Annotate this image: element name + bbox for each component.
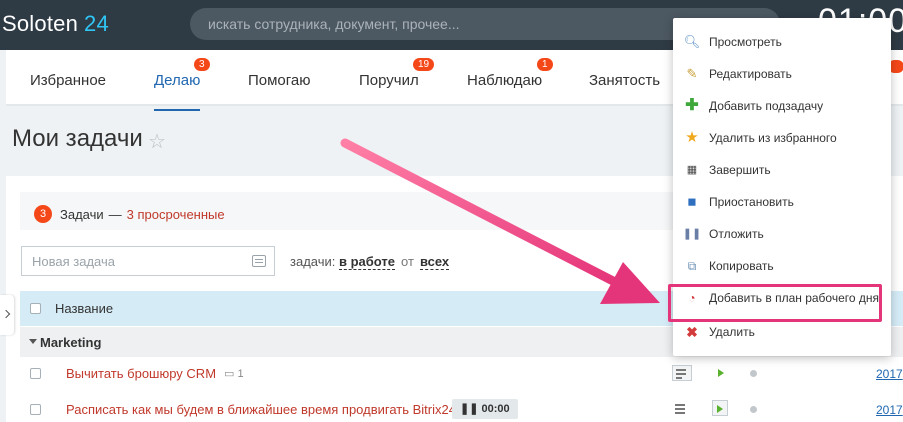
deadline-date[interactable]: 2017 (876, 367, 903, 381)
menu-item-defer[interactable]: ❚❚ Отложить (673, 218, 891, 250)
menu-item-suspend[interactable]: ◼ Приостановить (673, 186, 891, 218)
task-title-link[interactable]: Вычитать брошюру CRM (66, 366, 216, 381)
counter-separator: — (108, 206, 122, 222)
overdue-link[interactable]: 3 просроченные (127, 207, 225, 222)
pause-icon: ❚❚ (682, 228, 702, 240)
row-checkbox[interactable] (30, 404, 41, 415)
menu-item-copy[interactable]: ⧉ Копировать (673, 250, 891, 282)
tab-badge: 3 (194, 58, 210, 71)
delete-x-icon: ✖ (686, 324, 698, 340)
star-icon[interactable]: ☆ (148, 129, 166, 154)
menu-item-label: Удалить (709, 325, 755, 339)
page-title: Мои задачи (12, 125, 143, 152)
tab-label: Поручил (359, 72, 419, 89)
filter-status[interactable]: в работе (339, 254, 396, 270)
menu-item-label: Отложить (709, 227, 764, 241)
column-header-name[interactable]: Название (55, 301, 113, 316)
template-icon[interactable] (252, 255, 266, 267)
row-menu-button[interactable] (672, 365, 692, 381)
counter-label: Задачи (60, 206, 104, 222)
menu-item-view[interactable]: 🔍︎ Просмотреть (673, 26, 891, 58)
timer-badge[interactable]: ❚❚ 00:00 (452, 399, 518, 419)
menu-item-edit[interactable]: ✎ Редактировать (673, 58, 891, 90)
collapse-triangle-icon[interactable] (29, 339, 37, 344)
new-task-field[interactable] (21, 246, 275, 276)
play-icon[interactable] (718, 369, 724, 377)
menu-item-remove-favorite[interactable]: ★ Удалить из избранного (673, 122, 891, 154)
task-title-link[interactable]: Расписать как мы будем в ближайшее время… (66, 402, 456, 417)
plus-icon: ✚ (685, 97, 699, 114)
comments-number: 1 (237, 368, 244, 380)
tab-label: Занятость (589, 72, 661, 89)
tab-assigned[interactable]: Поручил 19 (359, 58, 435, 89)
logo[interactable]: Soloten 24 (2, 11, 109, 37)
tab-badge: 19 (413, 58, 435, 71)
tab-label: Делаю (154, 72, 201, 89)
tab-badge: 1 (537, 58, 553, 71)
deadline-date[interactable]: 2017 (876, 403, 903, 417)
new-task-input[interactable] (22, 247, 274, 275)
logo-number: 24 (84, 11, 109, 36)
row-menu-button[interactable] (672, 401, 692, 417)
filter-prefix: задачи: (290, 254, 336, 269)
menu-item-label: Просмотреть (709, 35, 782, 49)
task-filter: задачи: в работе от всех (290, 254, 450, 270)
menu-item-label: Завершить (709, 163, 771, 177)
counter-row: 3 Задачи — 3 просроченные (20, 200, 225, 228)
checkered-flag-icon: ▦ (686, 164, 698, 176)
pencil-icon: ✎ (686, 66, 698, 81)
tab-label: Наблюдаю (467, 72, 543, 89)
group-label: Marketing (40, 335, 102, 350)
menu-item-label: Копировать (709, 259, 774, 273)
tab-doing[interactable]: Делаю 3 (154, 58, 210, 111)
menu-item-add-subtask[interactable]: ✚ Добавить подзадачу (673, 90, 891, 122)
star-icon: ★ (685, 129, 699, 146)
row-checkbox[interactable] (30, 368, 41, 379)
comment-icon: ▭ (224, 368, 235, 380)
tab-watching[interactable]: Наблюдаю 1 (467, 58, 553, 89)
menu-item-complete[interactable]: ▦ Завершить (673, 154, 891, 186)
counter-badge: 3 (34, 205, 52, 223)
comments-count: ▭ 1 (224, 367, 244, 380)
table-row[interactable]: Вычитать брошюру CRM ▭ 1 2017 (20, 359, 903, 389)
status-dot-icon (750, 370, 757, 377)
pause-icon: ❚❚ (460, 403, 479, 415)
logo-text: Soloten (2, 11, 79, 36)
menu-item-label: Редактировать (709, 67, 792, 81)
tab-favorites[interactable]: Избранное (30, 72, 106, 89)
highlight-box (668, 284, 882, 322)
filter-owner[interactable]: всех (419, 254, 450, 270)
tab-label: Помогаю (248, 72, 311, 89)
play-icon (717, 405, 723, 413)
menu-item-label: Добавить подзадачу (709, 99, 824, 113)
select-all-checkbox[interactable] (30, 303, 41, 314)
tab-label: Избранное (30, 72, 107, 89)
menu-item-label: Приостановить (709, 195, 794, 209)
tab-employment[interactable]: Занятость (589, 72, 660, 89)
stop-icon: ◼ (687, 196, 697, 208)
tab-helping[interactable]: Помогаю (248, 72, 311, 89)
sidebar-expand-handle[interactable] (0, 295, 14, 335)
table-row[interactable]: Расписать как мы будем в ближайшее время… (20, 395, 903, 422)
menu-item-label: Удалить из избранного (709, 131, 837, 145)
magnifier-icon: 🔍︎ (683, 34, 701, 49)
status-dot-icon (750, 406, 757, 413)
timer-value: 00:00 (481, 403, 510, 415)
copy-icon: ⧉ (687, 259, 697, 273)
filter-from: от (401, 254, 414, 269)
